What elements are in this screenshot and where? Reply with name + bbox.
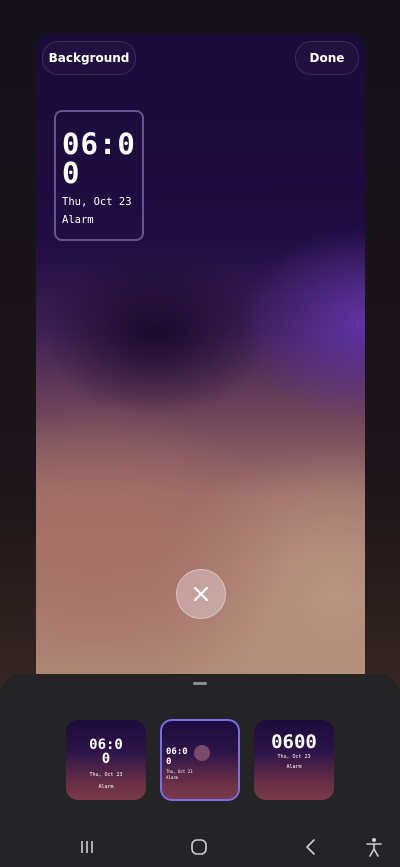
background-button[interactable]: Background: [42, 41, 136, 75]
accessibility-icon: [366, 838, 382, 857]
thumb-decoration: [194, 745, 210, 761]
thumb-date: Thu, Oct 23: [277, 754, 311, 760]
back-icon: [306, 839, 315, 855]
clock-style-sheet: 06:00 Thu, Oct 23 Alarm 06:00 Thu, Oct 2…: [0, 674, 400, 827]
clock-widget[interactable]: 06:00 Thu, Oct 23 Alarm: [54, 110, 144, 241]
clock-style-option-2[interactable]: 06:00 Thu, Oct 23 Alarm: [160, 719, 240, 801]
recents-button[interactable]: [73, 835, 101, 859]
thumb-date: Thu, Oct 23: [166, 769, 193, 774]
clock-style-option-3[interactable]: 0600 Thu, Oct 23 Alarm: [254, 720, 334, 800]
home-button[interactable]: [185, 835, 213, 859]
navigation-bar: [0, 827, 400, 867]
done-button[interactable]: Done: [295, 41, 359, 75]
thumb-time: 0600: [271, 731, 317, 753]
clock-date: Thu, Oct 23: [62, 196, 132, 208]
close-icon: [193, 586, 209, 602]
thumb-alarm: Alarm: [286, 764, 302, 770]
accessibility-button[interactable]: [360, 835, 388, 859]
clock-style-option-1[interactable]: 06:00 Thu, Oct 23 Alarm: [66, 720, 146, 800]
thumb-time: 06:00: [166, 747, 188, 767]
remove-button[interactable]: [176, 569, 226, 619]
home-icon: [191, 839, 207, 855]
thumb-alarm: Alarm: [166, 775, 179, 780]
clock-alarm: Alarm: [62, 214, 94, 226]
recents-icon: [81, 841, 93, 853]
clock-time: 06:00: [62, 127, 136, 190]
thumb-alarm: Alarm: [98, 784, 114, 790]
thumb-date: Thu, Oct 23: [89, 772, 123, 778]
sheet-handle[interactable]: [193, 682, 207, 685]
back-button[interactable]: [297, 835, 325, 859]
thumb-time: 06:00: [89, 737, 123, 767]
